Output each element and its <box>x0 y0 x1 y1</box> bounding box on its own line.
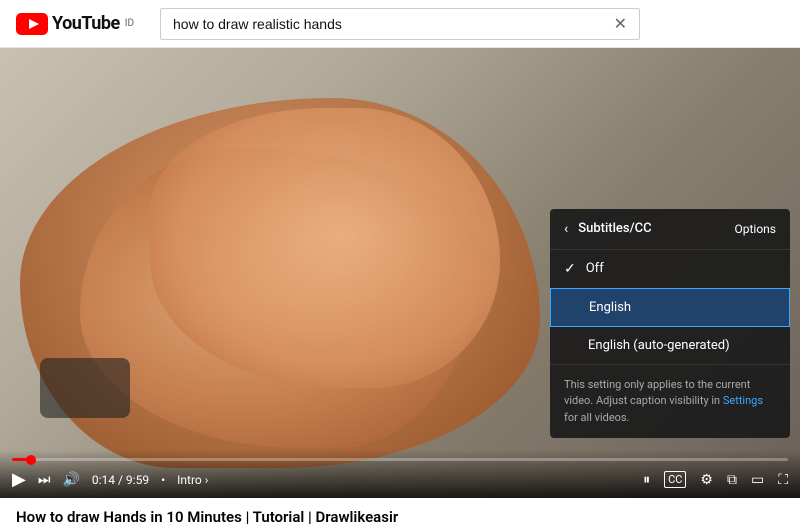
subtitle-note-end: for all videos. <box>564 411 630 424</box>
skip-button[interactable]: ⏭ <box>38 472 51 488</box>
miniplayer-button[interactable]: ⧉ <box>727 472 737 488</box>
pause-remote-button[interactable]: ⏸ <box>643 472 650 488</box>
watch-accessory <box>40 358 130 418</box>
youtube-icon <box>16 13 48 35</box>
separator: • <box>161 473 165 487</box>
volume-button[interactable]: 🔊 <box>62 472 79 488</box>
settings-link[interactable]: Settings <box>723 394 763 407</box>
search-bar: ✕ <box>160 8 640 40</box>
country-code: ID <box>125 18 134 29</box>
options-link[interactable]: Options <box>734 222 776 236</box>
play-button[interactable]: ▶ <box>12 469 26 490</box>
subtitle-label-english-auto: English (auto-generated) <box>588 338 730 353</box>
search-clear-button[interactable]: ✕ <box>614 14 627 33</box>
chapter-label: Intro › <box>177 473 208 487</box>
subtitle-label-english: English <box>589 300 631 315</box>
progress-fill <box>12 458 31 461</box>
subtitle-item-english-auto[interactable]: English (auto-generated) <box>550 327 790 364</box>
subtitle-item-english[interactable]: English <box>550 288 790 327</box>
captions-button[interactable]: CC <box>664 471 686 488</box>
subtitle-item-off[interactable]: ✓ Off <box>550 250 790 288</box>
video-controls: ▶ ⏭ 🔊 0:14 / 9:59 • Intro › ⏸ CC ⚙ ⧉ ▭ ⛶ <box>0 450 800 498</box>
progress-dot <box>26 455 36 465</box>
progress-bar[interactable] <box>12 458 788 461</box>
subtitle-note: This setting only applies to the current… <box>550 364 790 439</box>
youtube-wordmark: YouTube <box>52 13 120 34</box>
time-display: 0:14 / 9:59 <box>92 473 149 487</box>
controls-row: ▶ ⏭ 🔊 0:14 / 9:59 • Intro › ⏸ CC ⚙ ⧉ ▭ ⛶ <box>12 469 788 490</box>
header: YouTube ID ✕ <box>0 0 800 48</box>
video-title: How to draw Hands in 10 Minutes | Tutori… <box>0 498 800 526</box>
video-player[interactable]: ‹ Subtitles/CC Options ✓ Off English Eng… <box>0 48 800 498</box>
search-input[interactable] <box>173 16 614 32</box>
settings-button[interactable]: ⚙ <box>700 472 713 488</box>
subtitles-panel: ‹ Subtitles/CC Options ✓ Off English Eng… <box>550 209 790 439</box>
subtitle-label-off: Off <box>586 261 604 276</box>
checkmark-off: ✓ <box>564 261 576 277</box>
fullscreen-button[interactable]: ⛶ <box>778 472 788 488</box>
youtube-logo[interactable]: YouTube ID <box>16 13 134 35</box>
subtitles-header: ‹ Subtitles/CC Options <box>550 209 790 250</box>
theater-button[interactable]: ▭ <box>751 472 764 488</box>
hand-shape-3 <box>150 108 500 388</box>
right-controls: ⏸ CC ⚙ ⧉ ▭ ⛶ <box>643 471 788 488</box>
subtitles-title: Subtitles/CC <box>578 221 734 236</box>
back-button[interactable]: ‹ <box>564 221 568 237</box>
